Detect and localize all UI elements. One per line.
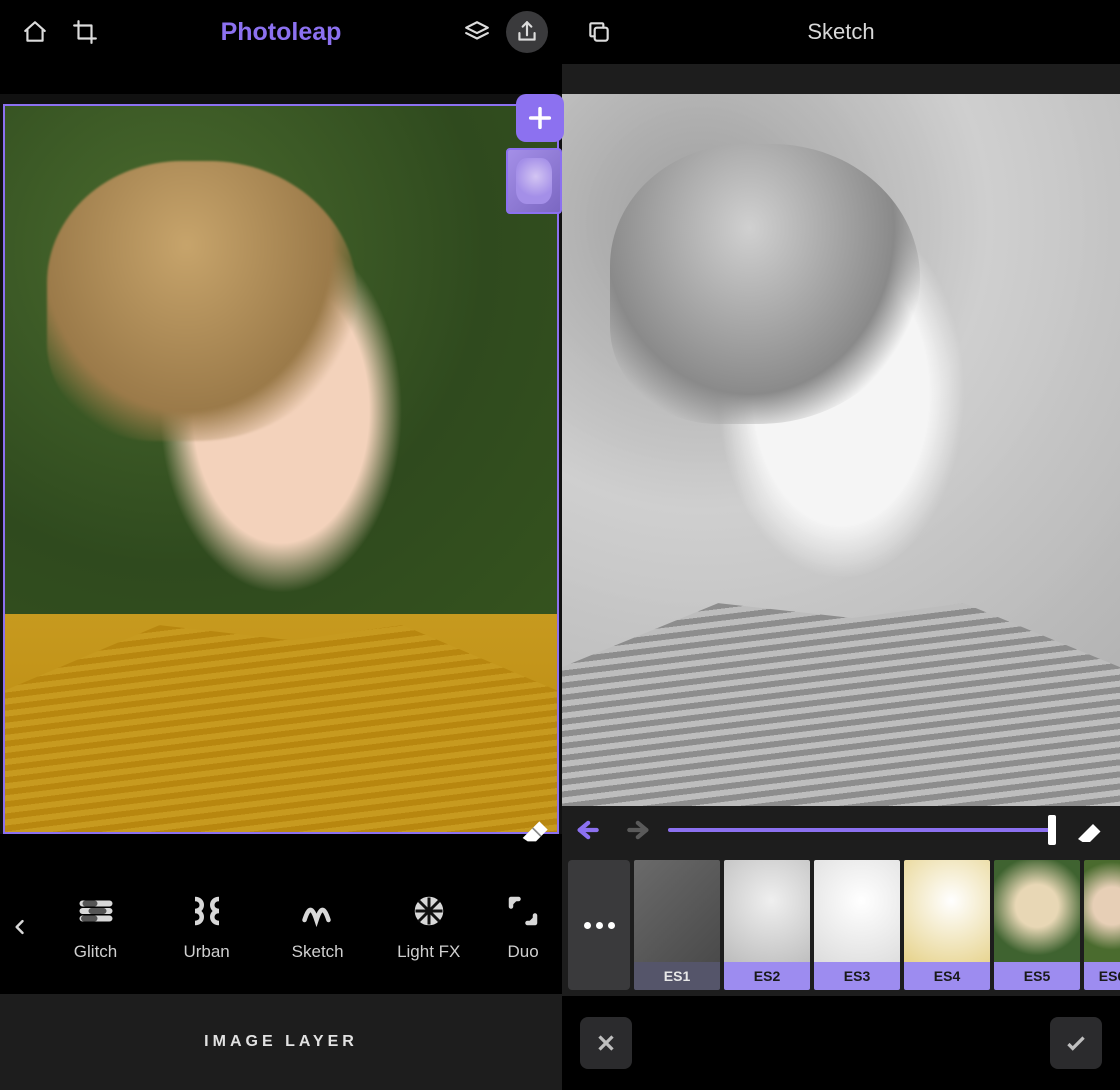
effect-duo[interactable]: Duo [484, 892, 562, 962]
canvas-right[interactable] [562, 94, 1120, 806]
photo-frame [3, 104, 559, 834]
preset-label: ES2 [724, 962, 810, 990]
effect-label: Urban [183, 942, 229, 962]
layer-thumbnail[interactable] [506, 148, 562, 214]
preset-thumb [1084, 860, 1120, 962]
urban-icon [188, 892, 226, 930]
preset-es6[interactable]: ES6 [1084, 860, 1120, 990]
presets-row: ES1 ES2 ES3 ES4 ES5 ES6 [562, 854, 1120, 996]
effect-glitch[interactable]: Glitch [40, 892, 151, 962]
share-icon[interactable] [506, 11, 548, 53]
left-pane: Photoleap Glitch [0, 0, 562, 1090]
effects-row: Glitch Urban Sketch Light FX Duo [0, 834, 562, 994]
layers-icon[interactable] [456, 11, 498, 53]
glitch-icon [77, 892, 115, 930]
confirm-button[interactable] [1050, 1017, 1102, 1069]
preset-thumb [904, 860, 990, 962]
crop-icon[interactable] [64, 11, 106, 53]
copy-icon[interactable] [578, 11, 620, 53]
preset-thumb [994, 860, 1080, 962]
canvas-left[interactable] [0, 94, 562, 834]
preset-thumb [724, 860, 810, 962]
preset-thumb [634, 860, 720, 962]
layer-bar-label: IMAGE LAYER [204, 1033, 358, 1051]
effect-sketch[interactable]: Sketch [262, 892, 373, 962]
app-title: Photoleap [114, 18, 448, 47]
preset-thumb [814, 860, 900, 962]
preset-es2[interactable]: ES2 [724, 860, 810, 990]
layer-bar[interactable]: IMAGE LAYER [0, 994, 562, 1090]
preset-label: ES3 [814, 962, 900, 990]
slider-track [668, 828, 1056, 832]
right-topbar: Sketch [562, 0, 1120, 64]
preset-label: ES1 [634, 962, 720, 990]
effect-label: Glitch [74, 942, 117, 962]
effect-label: Sketch [292, 942, 344, 962]
more-icon [584, 922, 615, 929]
effect-label: Light FX [397, 942, 460, 962]
screen-title: Sketch [620, 19, 1062, 45]
preset-label: ES6 [1084, 962, 1120, 990]
effects-back-button[interactable] [0, 917, 40, 937]
slider-thumb[interactable] [1048, 815, 1056, 845]
cancel-button[interactable] [580, 1017, 632, 1069]
preset-es3[interactable]: ES3 [814, 860, 900, 990]
add-layer-button[interactable] [516, 94, 564, 142]
preset-es5[interactable]: ES5 [994, 860, 1080, 990]
intensity-slider[interactable] [668, 818, 1056, 842]
left-topbar: Photoleap [0, 0, 562, 64]
preset-label: ES4 [904, 962, 990, 990]
preset-es1[interactable]: ES1 [634, 860, 720, 990]
undo-icon[interactable] [574, 813, 608, 847]
effect-urban[interactable]: Urban [151, 892, 262, 962]
confirm-row [562, 996, 1120, 1090]
preset-es4[interactable]: ES4 [904, 860, 990, 990]
effect-lightfx[interactable]: Light FX [373, 892, 484, 962]
eraser-icon[interactable] [516, 808, 556, 848]
sketch-icon [299, 892, 337, 930]
right-pane: Sketch ES1 ES2 [562, 0, 1120, 1090]
lightfx-icon [410, 892, 448, 930]
spacer [0, 64, 562, 94]
eraser-icon[interactable] [1072, 812, 1108, 848]
duo-icon [504, 892, 542, 930]
spacer [562, 64, 1120, 94]
redo-icon[interactable] [618, 813, 652, 847]
preset-label: ES5 [994, 962, 1080, 990]
controls-row [562, 806, 1120, 854]
home-icon[interactable] [14, 11, 56, 53]
effect-label: Duo [508, 942, 539, 962]
presets-more-button[interactable] [568, 860, 630, 990]
